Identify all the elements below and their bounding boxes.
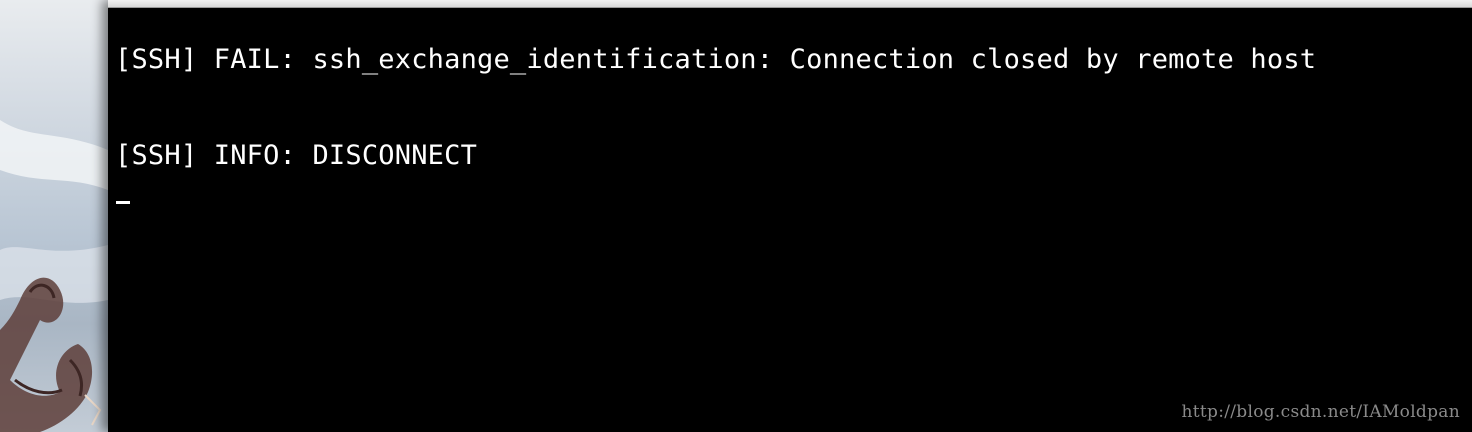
terminal-title-bar-edge[interactable] — [108, 0, 1472, 8]
wallpaper-artwork — [0, 120, 108, 432]
desktop-screen: [SSH] FAIL: ssh_exchange_identification:… — [0, 0, 1472, 432]
terminal-output-line: [SSH] INFO: DISCONNECT — [115, 140, 478, 171]
terminal-output-line: [SSH] FAIL: ssh_exchange_identification:… — [115, 44, 1317, 75]
watermark-text: http://blog.csdn.net/IAMoldpan — [1181, 402, 1460, 422]
terminal-cursor — [116, 201, 130, 204]
desktop-wallpaper — [0, 0, 108, 432]
terminal-window[interactable]: [SSH] FAIL: ssh_exchange_identification:… — [108, 0, 1472, 432]
